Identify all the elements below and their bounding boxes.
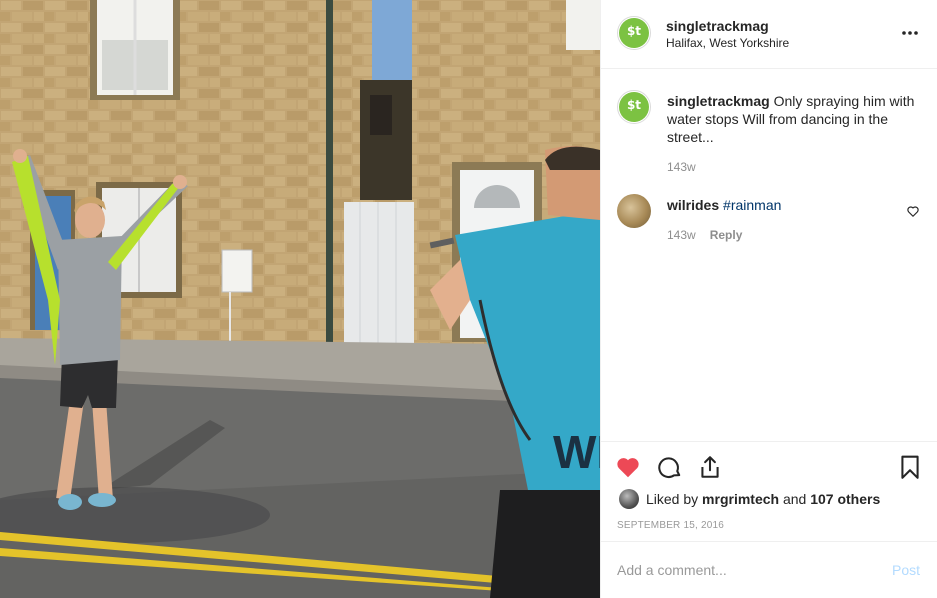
share-icon[interactable] bbox=[697, 454, 723, 480]
add-comment-section: Post bbox=[601, 541, 937, 598]
more-horizontal-icon[interactable] bbox=[900, 23, 920, 43]
comment-time[interactable]: 143w bbox=[667, 228, 696, 242]
liker-username[interactable]: mrgrimtech bbox=[702, 491, 779, 507]
comment-hashtag[interactable]: #rainman bbox=[723, 197, 781, 213]
brand-logo-icon: $t bbox=[626, 98, 642, 112]
heart-filled-icon[interactable] bbox=[615, 454, 641, 480]
brand-logo-icon: $t bbox=[626, 24, 642, 38]
comment-body: wilrides #rainman bbox=[667, 196, 917, 214]
caption-time[interactable]: 143w bbox=[667, 160, 696, 174]
svg-text:WI: WI bbox=[553, 426, 600, 478]
comment-input[interactable] bbox=[617, 560, 877, 580]
post-author-username[interactable]: singletrackmag bbox=[666, 18, 769, 34]
comment-icon[interactable] bbox=[657, 454, 683, 480]
likes-count[interactable]: 107 others bbox=[810, 491, 880, 507]
commenter-avatar[interactable] bbox=[617, 194, 651, 228]
post-date[interactable]: September 15, 2016 bbox=[617, 520, 724, 531]
post-location[interactable]: Halifax, West Yorkshire bbox=[666, 36, 789, 50]
street-scene-image: WI bbox=[0, 0, 600, 598]
profile-avatar[interactable]: $t bbox=[617, 16, 651, 50]
bookmark-icon[interactable] bbox=[897, 454, 923, 480]
caption-comment: $t singletrackmag Only spraying him with… bbox=[617, 90, 922, 180]
post-comment-button[interactable]: Post bbox=[892, 562, 920, 578]
caption-username[interactable]: singletrackmag bbox=[667, 93, 770, 109]
likes-prefix: Liked by bbox=[646, 491, 699, 507]
post-details-panel: $t singletrackmag Halifax, West Yorkshir… bbox=[600, 0, 937, 598]
likes-joiner: and bbox=[782, 491, 807, 507]
liker-avatar[interactable] bbox=[619, 489, 639, 509]
post-actions-section: Liked by mrgrimtech and 107 others Septe… bbox=[601, 441, 937, 541]
caption-avatar[interactable]: $t bbox=[617, 90, 651, 124]
likes-text: Liked by mrgrimtech and 107 others bbox=[646, 491, 880, 507]
comment-meta: 143w Reply bbox=[667, 228, 742, 242]
caption-body: singletrackmag Only spraying him with wa… bbox=[667, 92, 917, 146]
caption-meta: 143w bbox=[667, 160, 696, 174]
post-photo[interactable]: WI bbox=[0, 0, 600, 598]
reply-button[interactable]: Reply bbox=[710, 228, 743, 242]
comment-username[interactable]: wilrides bbox=[667, 197, 719, 213]
comment-item: wilrides #rainman 143w Reply bbox=[617, 194, 922, 244]
heart-outline-icon[interactable] bbox=[906, 204, 920, 218]
comments-list[interactable]: $t singletrackmag Only spraying him with… bbox=[601, 70, 937, 440]
post-header: $t singletrackmag Halifax, West Yorkshir… bbox=[601, 0, 937, 69]
